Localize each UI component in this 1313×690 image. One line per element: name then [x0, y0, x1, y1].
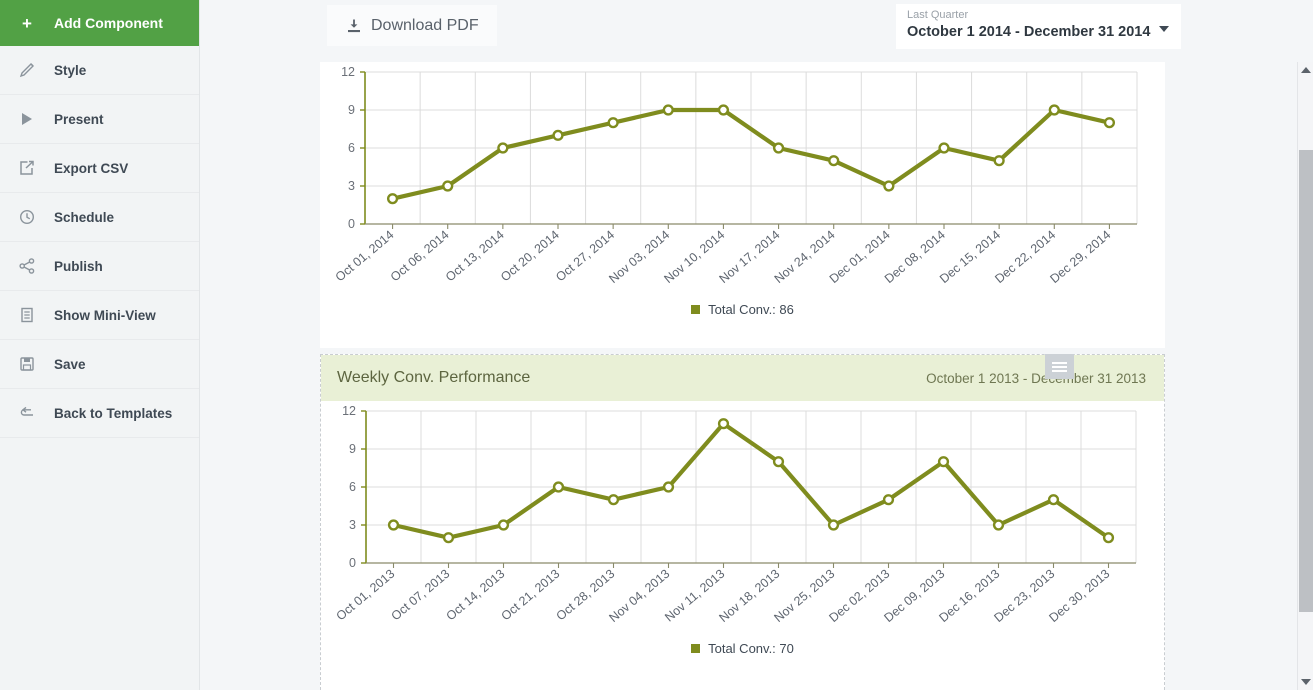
toolbar: Download PDF Last Quarter October 1 2014… [200, 0, 1313, 62]
vertical-scrollbar[interactable] [1297, 62, 1313, 690]
download-icon [346, 18, 362, 34]
scrollbar-thumb[interactable] [1299, 150, 1313, 612]
chart-panel-1: 0 3 6 9 12 Oct 01, 2014 Oct 06, 2014 Oct 13, 20… [320, 62, 1165, 348]
share-icon [0, 257, 54, 275]
sidebar-item-present[interactable]: Present [0, 95, 199, 144]
svg-text:12: 12 [341, 65, 355, 79]
svg-text:Oct 01, 2014: Oct 01, 2014 [333, 228, 397, 285]
svg-text:Oct 21, 2013: Oct 21, 2013 [499, 567, 563, 624]
svg-text:6: 6 [349, 480, 356, 494]
svg-text:Nov 04, 2013: Nov 04, 2013 [606, 567, 672, 626]
svg-text:Dec 30, 2013: Dec 30, 2013 [1046, 567, 1112, 626]
sidebar-item-save[interactable]: Save [0, 340, 199, 389]
floppy-disk-icon [0, 355, 54, 373]
svg-text:6: 6 [348, 141, 355, 155]
svg-text:0: 0 [348, 217, 355, 231]
sidebar-item-export-csv[interactable]: Export CSV [0, 144, 199, 193]
sidebar-item-publish[interactable]: Publish [0, 242, 199, 291]
sidebar-item-style[interactable]: Style [0, 46, 199, 95]
download-pdf-button[interactable]: Download PDF [327, 5, 497, 46]
svg-text:9: 9 [349, 442, 356, 456]
svg-text:Oct 07, 2013: Oct 07, 2013 [389, 567, 453, 624]
plus-icon: + [22, 13, 32, 33]
chart-2-plot: 0 3 6 9 12 Oct 01, 2013Oct 07, 2013Oct 14, 20… [334, 404, 1137, 626]
svg-text:3: 3 [349, 518, 356, 532]
sidebar-item-label: Save [54, 356, 86, 372]
brush-icon [0, 61, 54, 79]
panel-title: Weekly Conv. Performance [337, 369, 531, 386]
play-icon [0, 110, 54, 128]
scroll-up-arrow-icon[interactable] [1298, 62, 1313, 78]
sidebar-item-show-mini-view[interactable]: Show Mini-View [0, 291, 199, 340]
chart-1-plot: 0 3 6 9 12 Oct 01, 2014Oct 06, 2014Oct 13, 20… [333, 65, 1138, 287]
add-component-label: Add Component [54, 15, 163, 31]
chart-2-legend: Total Conv.: 70 [321, 641, 1164, 656]
date-range-preset-label: Last Quarter [907, 9, 969, 21]
add-component-button[interactable]: + Add Component [0, 0, 199, 46]
date-range-selector[interactable]: Last Quarter October 1 2014 - December 3… [896, 4, 1181, 49]
report-canvas: 0 3 6 9 12 Oct 01, 2014 Oct 06, 2014 Oct 13, 20… [200, 62, 1297, 690]
svg-text:3: 3 [348, 179, 355, 193]
svg-text:Dec 29, 2014: Dec 29, 2014 [1047, 228, 1113, 287]
sidebar-item-label: Back to Templates [54, 405, 173, 421]
svg-text:Oct 01, 2013: Oct 01, 2013 [334, 567, 398, 624]
date-range-value: October 1 2014 - December 31 2014 [907, 24, 1151, 40]
chart-1: 0 3 6 9 12 Oct 01, 2014 Oct 06, 2014 Oct 13, 20… [320, 62, 1165, 302]
sidebar-item-label: Style [54, 62, 87, 78]
list-icon [0, 306, 54, 324]
panel-date-range: October 1 2013 - December 31 2013 [926, 370, 1146, 386]
chart-panel-2-header: Weekly Conv. Performance October 1 2013 … [321, 355, 1164, 401]
svg-text:Oct 20, 2014: Oct 20, 2014 [498, 228, 562, 285]
chart-2: 0 3 6 9 12 Oct 01, 2013 Oct 07, 2013 Oct 14, 20… [321, 401, 1164, 641]
back-arrow-icon [0, 404, 54, 422]
download-pdf-label: Download PDF [371, 16, 479, 34]
clock-icon [0, 208, 54, 226]
svg-text:12: 12 [342, 404, 356, 418]
sidebar-item-schedule[interactable]: Schedule [0, 193, 199, 242]
svg-text:Oct 14, 2013: Oct 14, 2013 [444, 567, 508, 624]
drag-handle-icon [1052, 360, 1067, 374]
sidebar-item-label: Schedule [54, 209, 115, 225]
chart-1-legend: Total Conv.: 86 [320, 302, 1165, 317]
sidebar-item-label: Export CSV [54, 160, 129, 176]
legend-swatch [691, 644, 701, 653]
svg-text:Oct 06, 2014: Oct 06, 2014 [388, 228, 452, 285]
chevron-down-icon[interactable] [1159, 26, 1169, 32]
sidebar: + Add Component Style Present Export CSV [0, 0, 200, 690]
svg-text:0: 0 [349, 556, 356, 570]
svg-text:9: 9 [348, 103, 355, 117]
sidebar-item-back-to-templates[interactable]: Back to Templates [0, 389, 199, 438]
sidebar-item-label: Publish [54, 258, 103, 274]
legend-label: Total Conv.: 86 [708, 302, 794, 317]
sidebar-item-label: Show Mini-View [54, 307, 156, 323]
export-icon [0, 159, 54, 177]
chart-panel-2: Weekly Conv. Performance October 1 2013 … [320, 354, 1165, 690]
sidebar-item-label: Present [54, 111, 104, 127]
legend-label: Total Conv.: 70 [708, 641, 794, 656]
scroll-down-arrow-icon[interactable] [1298, 674, 1313, 690]
panel-2-drag-handle[interactable] [1045, 354, 1074, 379]
app-root: + Add Component Style Present Export CSV [0, 0, 1313, 690]
svg-text:Oct 13, 2014: Oct 13, 2014 [443, 228, 507, 285]
legend-swatch [691, 305, 701, 314]
